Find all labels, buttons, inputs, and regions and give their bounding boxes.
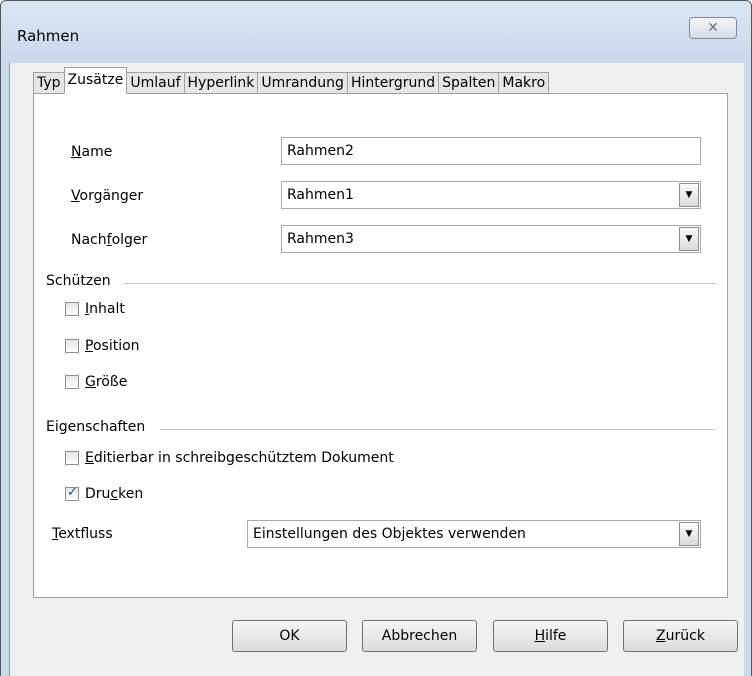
editierbar-label: Editierbar in schreibgeschütztem Dokumen…: [85, 450, 394, 466]
title-bar[interactable]: Rahmen ✕: [1, 1, 751, 63]
textfluss-value: Einstellungen des Objektes verwenden: [253, 526, 526, 542]
editierbar-checkbox-row[interactable]: Editierbar in schreibgeschütztem Dokumen…: [65, 450, 394, 466]
textfluss-dropdown-button[interactable]: ▼: [679, 522, 699, 546]
inhalt-checkbox[interactable]: [65, 302, 79, 316]
schuetzen-separator: [124, 283, 716, 284]
eigenschaften-separator: [160, 429, 716, 430]
dialog-window: Rahmen ✕ Typ Zusätze Umlauf Hyperlink Um…: [0, 0, 752, 676]
tab-typ[interactable]: Typ: [33, 72, 65, 94]
chevron-down-icon: ▼: [685, 529, 693, 539]
name-input[interactable]: Rahmen2: [281, 137, 701, 165]
schuetzen-section-title: Schützen: [46, 273, 117, 289]
inhalt-label: Inhalt: [85, 301, 125, 317]
tab-panel-zusaetze: Name Rahmen2 Vorgänger Rahmen1 ▼ Nachfol…: [33, 93, 728, 598]
tab-hyperlink[interactable]: Hyperlink: [183, 72, 259, 94]
nachfolger-select[interactable]: Rahmen3 ▼: [281, 225, 701, 253]
dialog-client-area: Typ Zusätze Umlauf Hyperlink Umrandung H…: [10, 63, 744, 676]
drucken-checkbox[interactable]: [65, 485, 79, 501]
vorgaenger-dropdown-button[interactable]: ▼: [679, 183, 699, 207]
textfluss-label: Textfluss: [52, 526, 113, 542]
window-frame-left: [1, 63, 10, 676]
position-checkbox[interactable]: [65, 339, 79, 353]
position-checkbox-row[interactable]: Position: [65, 338, 140, 354]
nachfolger-dropdown-button[interactable]: ▼: [679, 227, 699, 251]
tab-zusaetze[interactable]: Zusätze: [63, 67, 128, 94]
zurueck-button[interactable]: Zurück: [623, 620, 738, 652]
vorgaenger-label: Vorgänger: [71, 188, 144, 204]
textfluss-select[interactable]: Einstellungen des Objektes verwenden ▼: [247, 520, 701, 548]
eigenschaften-section-title: Eigenschaften: [46, 419, 152, 435]
tab-spalten[interactable]: Spalten: [438, 72, 500, 94]
drucken-label: Drucken: [85, 486, 144, 502]
vorgaenger-select[interactable]: Rahmen1 ▼: [281, 181, 701, 209]
nachfolger-label: Nachfolger: [71, 232, 148, 248]
hilfe-button[interactable]: Hilfe: [493, 620, 608, 652]
tab-umlauf[interactable]: Umlauf: [126, 72, 185, 94]
tab-bar: Typ Zusätze Umlauf Hyperlink Umrandung H…: [33, 67, 550, 94]
groesse-checkbox[interactable]: [65, 375, 79, 389]
chevron-down-icon: ▼: [685, 234, 693, 244]
inhalt-checkbox-row[interactable]: Inhalt: [65, 301, 125, 317]
groesse-label: Größe: [85, 374, 128, 390]
tab-hintergrund[interactable]: Hintergrund: [346, 72, 440, 94]
groesse-checkbox-row[interactable]: Größe: [65, 374, 127, 390]
drucken-checkbox-row[interactable]: Drucken: [65, 485, 144, 502]
close-button[interactable]: ✕: [689, 17, 737, 39]
tab-umrandung[interactable]: Umrandung: [257, 72, 348, 94]
ok-button[interactable]: OK: [232, 620, 347, 652]
nachfolger-value: Rahmen3: [287, 231, 354, 247]
window-title: Rahmen: [17, 27, 80, 45]
close-icon: ✕: [707, 20, 719, 36]
name-label: Name: [71, 144, 113, 160]
chevron-down-icon: ▼: [685, 190, 693, 200]
tab-makro[interactable]: Makro: [498, 72, 550, 94]
vorgaenger-value: Rahmen1: [287, 187, 354, 203]
position-label: Position: [85, 338, 140, 354]
abbrechen-button[interactable]: Abbrechen: [362, 620, 477, 652]
editierbar-checkbox[interactable]: [65, 451, 79, 465]
